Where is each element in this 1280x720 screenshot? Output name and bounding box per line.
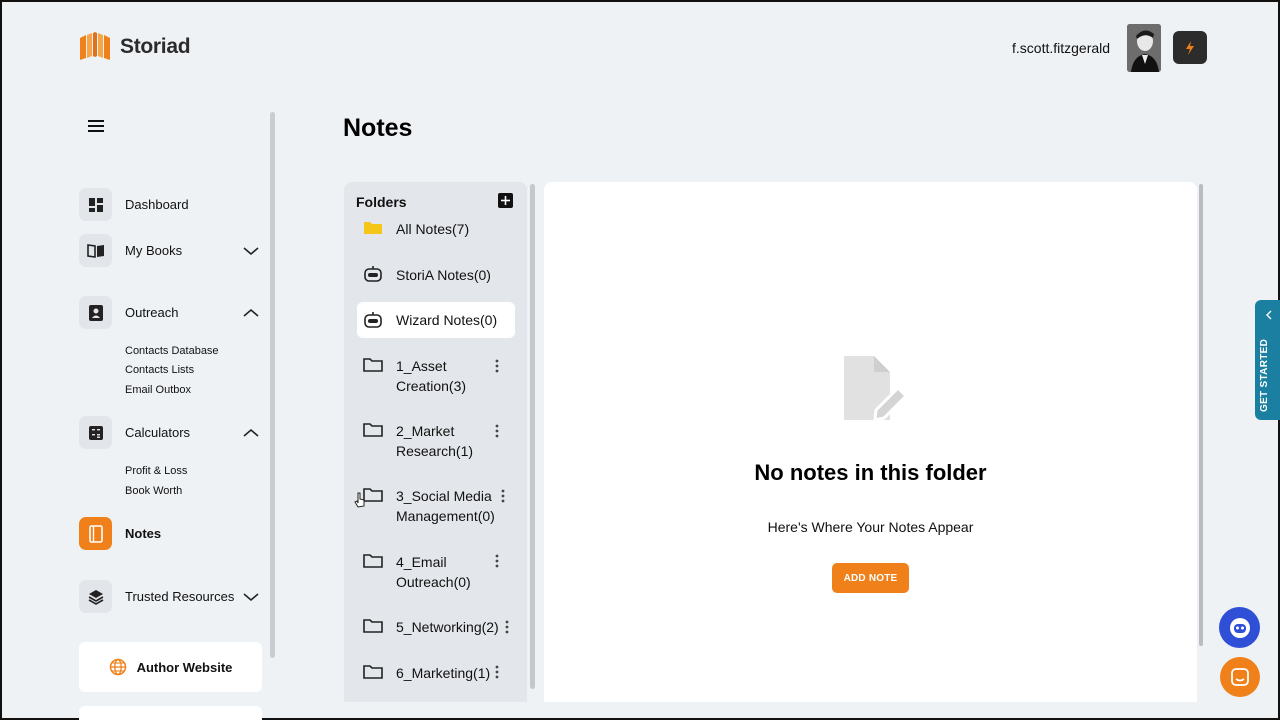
chat-icon <box>1231 668 1249 686</box>
chevron-up-icon[interactable] <box>243 308 259 318</box>
book-logo-icon <box>80 32 110 60</box>
sidebar-item-label: My Books <box>125 243 183 258</box>
chevron-down-icon[interactable] <box>243 246 259 256</box>
sidebar-item-label: Outreach <box>125 305 179 320</box>
sidebar-item-label: Calculators <box>125 425 191 440</box>
folder-storia-notes[interactable]: StoriA Notes(0) <box>357 265 515 285</box>
sidebar-subitem-profit-loss[interactable]: Profit & Loss <box>125 465 187 477</box>
bot-icon <box>1229 617 1250 638</box>
folder-label: 5_Networking(2) <box>396 619 499 635</box>
folder-icon <box>363 488 383 502</box>
get-started-label: GET STARTED <box>1259 338 1270 412</box>
chevron-down-icon[interactable] <box>243 592 259 602</box>
notes-content-panel <box>544 182 1197 702</box>
folder-options-icon[interactable] <box>495 424 499 438</box>
layers-icon <box>79 580 112 613</box>
folder-filled-icon <box>364 222 382 234</box>
sidebar-subitem-contacts-database[interactable]: Contacts Database <box>125 345 219 357</box>
author-website-label: Author Website <box>136 659 233 675</box>
sidebar-item-notes[interactable]: Notes <box>79 517 259 550</box>
folder-icon <box>363 665 383 679</box>
sidebar-subitem-email-outbox[interactable]: Email Outbox <box>125 384 191 396</box>
empty-state-title: No notes in this folder <box>754 460 987 485</box>
app-name: Storiad <box>120 35 191 58</box>
lightning-icon <box>1186 40 1194 55</box>
folder-label: 4_Email Outreach(0) <box>396 554 471 590</box>
add-folder-button[interactable] <box>498 193 513 208</box>
assistant-bot-button[interactable] <box>1219 607 1260 648</box>
sidebar-item-label: Trusted Resources <box>125 589 235 604</box>
username-label[interactable]: f.scott.fitzgerald <box>1012 40 1110 56</box>
folder-options-icon[interactable] <box>495 554 499 568</box>
robot-icon <box>364 266 382 282</box>
sidebar-subitem-contacts-lists[interactable]: Contacts Lists <box>125 364 194 376</box>
calculator-icon <box>79 416 112 449</box>
folder-marketing[interactable]: 6_Marketing(1) <box>357 663 515 683</box>
avatar[interactable] <box>1127 24 1161 72</box>
folder-networking[interactable]: 5_Networking(2) <box>357 617 515 637</box>
dashboard-icon <box>79 188 112 221</box>
folder-label: 6_Marketing(1) <box>396 665 491 681</box>
sidebar-item-label: Dashboard <box>125 197 189 212</box>
folder-email-outreach[interactable]: 4_Email Outreach(0) <box>357 552 515 592</box>
content-scrollbar[interactable] <box>1199 184 1203 646</box>
document-edit-icon <box>844 356 908 422</box>
empty-state-subtitle: Here's Where Your Notes Appear <box>767 519 974 535</box>
book-open-icon <box>79 234 112 267</box>
folder-options-icon[interactable] <box>495 359 499 373</box>
sidebar-item-dashboard[interactable]: Dashboard <box>79 188 259 221</box>
sidebar-next-button[interactable] <box>79 706 262 720</box>
sidebar-item-my-books[interactable]: My Books <box>79 234 259 267</box>
globe-icon <box>109 658 126 676</box>
folder-market-research[interactable]: 2_Market Research(1) <box>357 421 515 461</box>
notebook-icon <box>79 517 112 550</box>
get-started-tab[interactable]: GET STARTED <box>1255 300 1280 420</box>
folder-icon <box>363 423 383 437</box>
folder-icon <box>363 619 383 633</box>
folder-label: StoriA Notes(0) <box>396 267 491 283</box>
avatar-portrait-icon <box>1127 24 1161 72</box>
contacts-icon <box>79 296 112 329</box>
folder-options-icon[interactable] <box>495 665 499 679</box>
plus-icon <box>501 196 510 205</box>
sidebar-item-outreach[interactable]: Outreach <box>79 296 259 329</box>
sidebar-scrollbar[interactable] <box>270 112 275 658</box>
sidebar-item-label: Notes <box>125 526 162 541</box>
folder-wizard-notes[interactable]: Wizard Notes(0) <box>357 302 515 338</box>
chevron-left-icon <box>1266 310 1272 320</box>
folders-title: Folders <box>356 194 407 210</box>
folder-label: 3_Social Media Management(0) <box>396 488 495 524</box>
folder-asset-creation[interactable]: 1_Asset Creation(3) <box>357 356 515 396</box>
folder-options-icon[interactable] <box>505 620 509 634</box>
folder-label: 1_Asset Creation(3) <box>396 358 467 394</box>
page-title: Notes <box>343 114 413 142</box>
folder-all-notes[interactable]: All Notes(7) <box>357 219 515 239</box>
hand-cursor-icon <box>354 492 365 508</box>
sidebar-item-calculators[interactable]: Calculators <box>79 416 259 449</box>
folder-icon <box>363 358 383 372</box>
folder-label: Wizard Notes(0) <box>396 312 498 328</box>
bolt-button[interactable] <box>1173 31 1207 64</box>
chat-button[interactable] <box>1220 657 1260 697</box>
robot-icon <box>364 312 382 328</box>
folder-label: All Notes(7) <box>396 221 470 237</box>
storiad-logo[interactable]: Storiad <box>78 32 191 62</box>
menu-toggle-icon[interactable] <box>86 116 106 136</box>
author-website-button[interactable]: Author Website <box>79 642 262 692</box>
sidebar-subitem-book-worth[interactable]: Book Worth <box>125 485 182 497</box>
chevron-up-icon[interactable] <box>243 428 259 438</box>
folders-scrollbar[interactable] <box>530 184 535 689</box>
folder-label: 2_Market Research(1) <box>396 423 474 459</box>
add-note-button[interactable]: ADD NOTE <box>832 563 909 593</box>
sidebar-item-trusted-resources[interactable]: Trusted Resources <box>79 580 259 613</box>
folder-social-media-management[interactable]: 3_Social Media Management(0) <box>357 486 515 526</box>
folder-icon <box>363 554 383 568</box>
folder-options-icon[interactable] <box>501 489 505 503</box>
